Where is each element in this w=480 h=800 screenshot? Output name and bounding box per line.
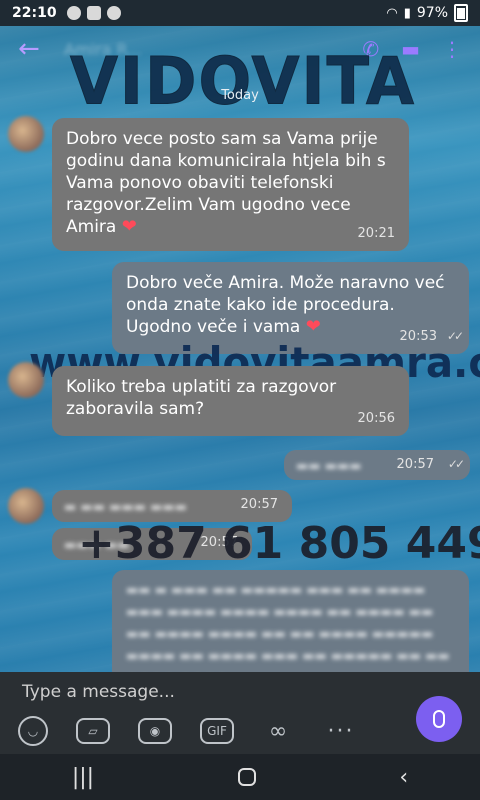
signal-icon: ▮	[403, 5, 411, 21]
youtube-notification-icon	[86, 6, 101, 20]
message-bubble-outgoing[interactable]: ▬▬ ▬ ▬▬▬ ▬▬ ▬▬▬▬▬ ▬▬▬ ▬▬ ▬▬▬▬ ▬▬▬ ▬▬▬▬ ▬…	[112, 570, 469, 672]
sticker-icon[interactable]: ◡	[18, 716, 48, 746]
chat-area[interactable]: ← Amira R... ✆ ▬ ⋮ VIDOVITA AMRA Today D…	[0, 26, 480, 672]
chrome-notification-icon	[106, 6, 121, 20]
message-time: 20:57	[396, 457, 434, 472]
home-icon[interactable]	[237, 768, 256, 786]
heart-emoji: ❤	[121, 216, 137, 237]
heart-emoji: ❤	[305, 316, 321, 337]
message-bubble-outgoing[interactable]: ▬▬ ▬▬▬ 20:57 ✓✓	[284, 450, 470, 480]
status-notification-icons	[66, 6, 121, 20]
read-ticks-icon: ✓✓	[447, 457, 465, 471]
message-text: Dobro vece posto sam sa Vama prije godin…	[66, 129, 386, 237]
more-horizontal-icon[interactable]: ···	[324, 718, 358, 744]
status-bar: 22:10 ◠ ▮ 97%	[0, 0, 480, 26]
back-icon[interactable]: ‹	[399, 765, 408, 790]
avatar[interactable]	[8, 116, 44, 152]
message-text: Dobro veče Amira. Može naravno već onda …	[126, 273, 445, 337]
message-text-blurred: ▬ ▬▬ ▬▬▬ ▬▬▬	[64, 500, 187, 515]
battery-percent: 97%	[416, 5, 448, 21]
avatar[interactable]	[8, 488, 44, 524]
viber-notification-icon	[66, 6, 81, 20]
gif-icon[interactable]: GIF	[200, 718, 234, 744]
composer-toolbar: ◡ ▱ ◉ GIF ∞ ···	[18, 716, 358, 746]
battery-icon	[454, 4, 468, 22]
status-time: 22:10	[12, 5, 57, 21]
recents-icon[interactable]: |||	[72, 765, 94, 790]
message-text: Koliko treba uplatiti za razgovor zabora…	[66, 377, 337, 419]
gallery-icon[interactable]: ▱	[76, 718, 110, 744]
camera-icon[interactable]: ◉	[138, 718, 172, 744]
message-time: 20:56	[357, 411, 395, 426]
message-input[interactable]: Type a message...	[22, 682, 175, 702]
message-composer: Type a message... ◡ ▱ ◉ GIF ∞ ···	[0, 672, 480, 754]
microphone-icon	[433, 710, 445, 728]
message-text-blurred: ▬▬ ▬▬▬	[296, 459, 362, 474]
message-bubble-incoming[interactable]: Dobro vece posto sam sa Vama prije godin…	[52, 118, 409, 251]
message-text-blurred: ▬▬ ▬ ▬▬▬ ▬▬ ▬▬▬▬▬ ▬▬▬ ▬▬ ▬▬▬▬ ▬▬▬ ▬▬▬▬ ▬…	[126, 583, 450, 672]
watermark-phone: +387 61 805 449	[78, 518, 480, 569]
message-time: 20:21	[357, 226, 395, 241]
microphone-button[interactable]	[416, 696, 462, 742]
wifi-icon: ◠	[386, 5, 398, 21]
doodle-icon[interactable]: ∞	[262, 718, 296, 744]
avatar[interactable]	[8, 362, 44, 398]
day-label: Today	[221, 88, 259, 103]
system-navigation-bar: ||| ‹	[0, 754, 480, 800]
message-bubble-incoming[interactable]: Koliko treba uplatiti za razgovor zabora…	[52, 366, 409, 436]
message-time: 20:57	[240, 497, 278, 512]
